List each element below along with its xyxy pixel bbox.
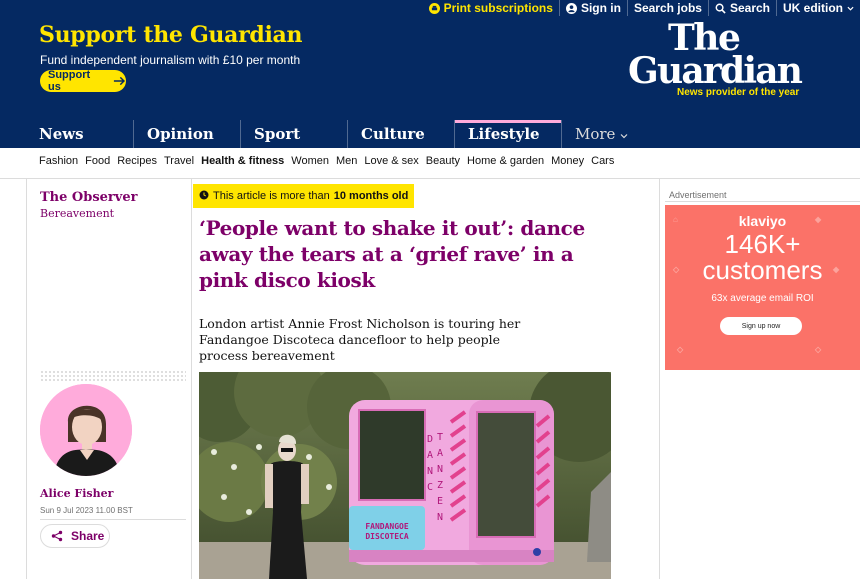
kiosk-sign: FANDANGOE DISCOTECA bbox=[365, 522, 409, 541]
column-rule-left bbox=[26, 179, 27, 579]
support-subtitle: Fund independent journalism with £10 per… bbox=[40, 53, 301, 67]
chevron-down-icon bbox=[620, 134, 628, 139]
subnav-love-sex[interactable]: Love & sex bbox=[364, 155, 418, 167]
ad-headline-number: 146K+ bbox=[724, 229, 801, 259]
ad-ghost-logo: ◇ bbox=[677, 345, 684, 354]
ad-signup-button[interactable]: Sign up now bbox=[720, 317, 802, 335]
lifestyle-subnav: Fashion Food Recipes Travel Health & fit… bbox=[39, 155, 614, 167]
article-main-image[interactable]: FANDANGOE DISCOTECA DANC TANZEN bbox=[199, 372, 611, 579]
pillar-opinion[interactable]: Opinion bbox=[133, 120, 240, 148]
subnav-travel[interactable]: Travel bbox=[164, 155, 194, 167]
print-subscriptions-link[interactable]: Print subscriptions bbox=[423, 0, 559, 16]
subnav-fashion[interactable]: Fashion bbox=[39, 155, 78, 167]
subnav-health-fitness[interactable]: Health & fitness bbox=[201, 155, 284, 167]
search-jobs-link[interactable]: Search jobs bbox=[626, 0, 708, 16]
subnav-recipes[interactable]: Recipes bbox=[117, 155, 157, 167]
pillar-lifestyle[interactable]: Lifestyle bbox=[454, 120, 561, 148]
masthead: Print subscriptions Sign in Search jobs … bbox=[0, 0, 860, 120]
subnav-divider bbox=[0, 178, 860, 179]
author-name[interactable]: Alice Fisher bbox=[40, 487, 113, 500]
support-us-button[interactable]: Support us bbox=[40, 69, 126, 93]
top-bar: Print subscriptions Sign in Search jobs … bbox=[423, 0, 860, 16]
support-title: Support the Guardian bbox=[39, 22, 303, 48]
article-standfirst: London artist Annie Frost Nicholson is t… bbox=[199, 316, 521, 363]
author-avatar bbox=[40, 384, 132, 476]
kiosk-word-danc: DANC bbox=[427, 434, 434, 493]
search-link[interactable]: Search bbox=[707, 0, 776, 16]
ad-brand: klaviyo bbox=[738, 213, 787, 229]
age-warning-age: 10 months old bbox=[333, 190, 409, 202]
ad-roi: 63x average email ROI bbox=[711, 293, 814, 304]
clock-icon bbox=[199, 190, 209, 203]
edition-selector[interactable]: UK edition bbox=[776, 0, 860, 16]
sign-in-link[interactable]: Sign in bbox=[558, 0, 627, 16]
search-jobs-label: Search jobs bbox=[633, 1, 702, 15]
pillar-sport[interactable]: Sport bbox=[240, 120, 347, 148]
age-warning-prefix: This article is more than bbox=[213, 190, 330, 202]
column-rule-main bbox=[191, 179, 192, 579]
ad-headline: 146K+ customers bbox=[665, 231, 860, 283]
sign-in-label: Sign in bbox=[580, 1, 621, 15]
subnav-beauty[interactable]: Beauty bbox=[426, 155, 460, 167]
column-rule-right bbox=[659, 179, 660, 579]
arrow-right-icon bbox=[114, 76, 126, 86]
pillar-culture[interactable]: Culture bbox=[347, 120, 454, 148]
kiosk-word-tanzen: TANZEN bbox=[437, 432, 444, 523]
subnav-home-garden[interactable]: Home & garden bbox=[467, 155, 544, 167]
print-subscriptions-label: Print subscriptions bbox=[443, 1, 553, 15]
advertisement[interactable]: ⌂ ◆ ◇ ◆ ◇ ◇ klaviyo 146K+ customers 63x … bbox=[665, 205, 860, 370]
subnav-cars[interactable]: Cars bbox=[591, 155, 614, 167]
article-headline: ‘People want to shake it out’: dance awa… bbox=[199, 216, 585, 292]
age-warning: This article is more than 10 months old bbox=[193, 184, 415, 208]
print-icon bbox=[428, 2, 440, 14]
guardian-logo[interactable]: The Guardian bbox=[628, 20, 828, 92]
subnav-men[interactable]: Men bbox=[336, 155, 357, 167]
publish-date[interactable]: Sun 9 Jul 2023 11.00 BST bbox=[40, 506, 133, 515]
logo-tagline: News provider of the year bbox=[677, 87, 800, 98]
pillar-more-label: More bbox=[575, 125, 616, 143]
support-us-label: Support us bbox=[48, 69, 91, 93]
chevron-down-icon bbox=[847, 6, 854, 11]
pillar-more[interactable]: More bbox=[561, 120, 641, 148]
ad-headline-word: customers bbox=[702, 255, 823, 285]
subnav-women[interactable]: Women bbox=[291, 155, 329, 167]
user-icon bbox=[565, 2, 577, 14]
subnav-food[interactable]: Food bbox=[85, 155, 110, 167]
ad-ghost-logo: ◇ bbox=[815, 345, 822, 354]
logo-guardian: Guardian bbox=[628, 50, 803, 92]
byline-divider bbox=[40, 519, 186, 520]
meta-divider bbox=[40, 370, 186, 382]
pillar-nav: News Opinion Sport Culture Lifestyle Mor… bbox=[26, 120, 641, 148]
ad-divider bbox=[665, 201, 860, 202]
search-label: Search bbox=[729, 1, 770, 15]
pillar-news[interactable]: News bbox=[26, 120, 133, 148]
subnav-money[interactable]: Money bbox=[551, 155, 584, 167]
advertisement-label: Advertisement bbox=[669, 190, 727, 200]
share-label: Share bbox=[71, 529, 105, 543]
series-title[interactable]: The Observer bbox=[40, 190, 137, 205]
series-subtitle[interactable]: Bereavement bbox=[40, 207, 114, 220]
edition-label: UK edition bbox=[783, 1, 843, 15]
search-icon bbox=[715, 3, 726, 14]
share-icon bbox=[51, 530, 63, 542]
share-button[interactable]: Share bbox=[40, 524, 110, 548]
